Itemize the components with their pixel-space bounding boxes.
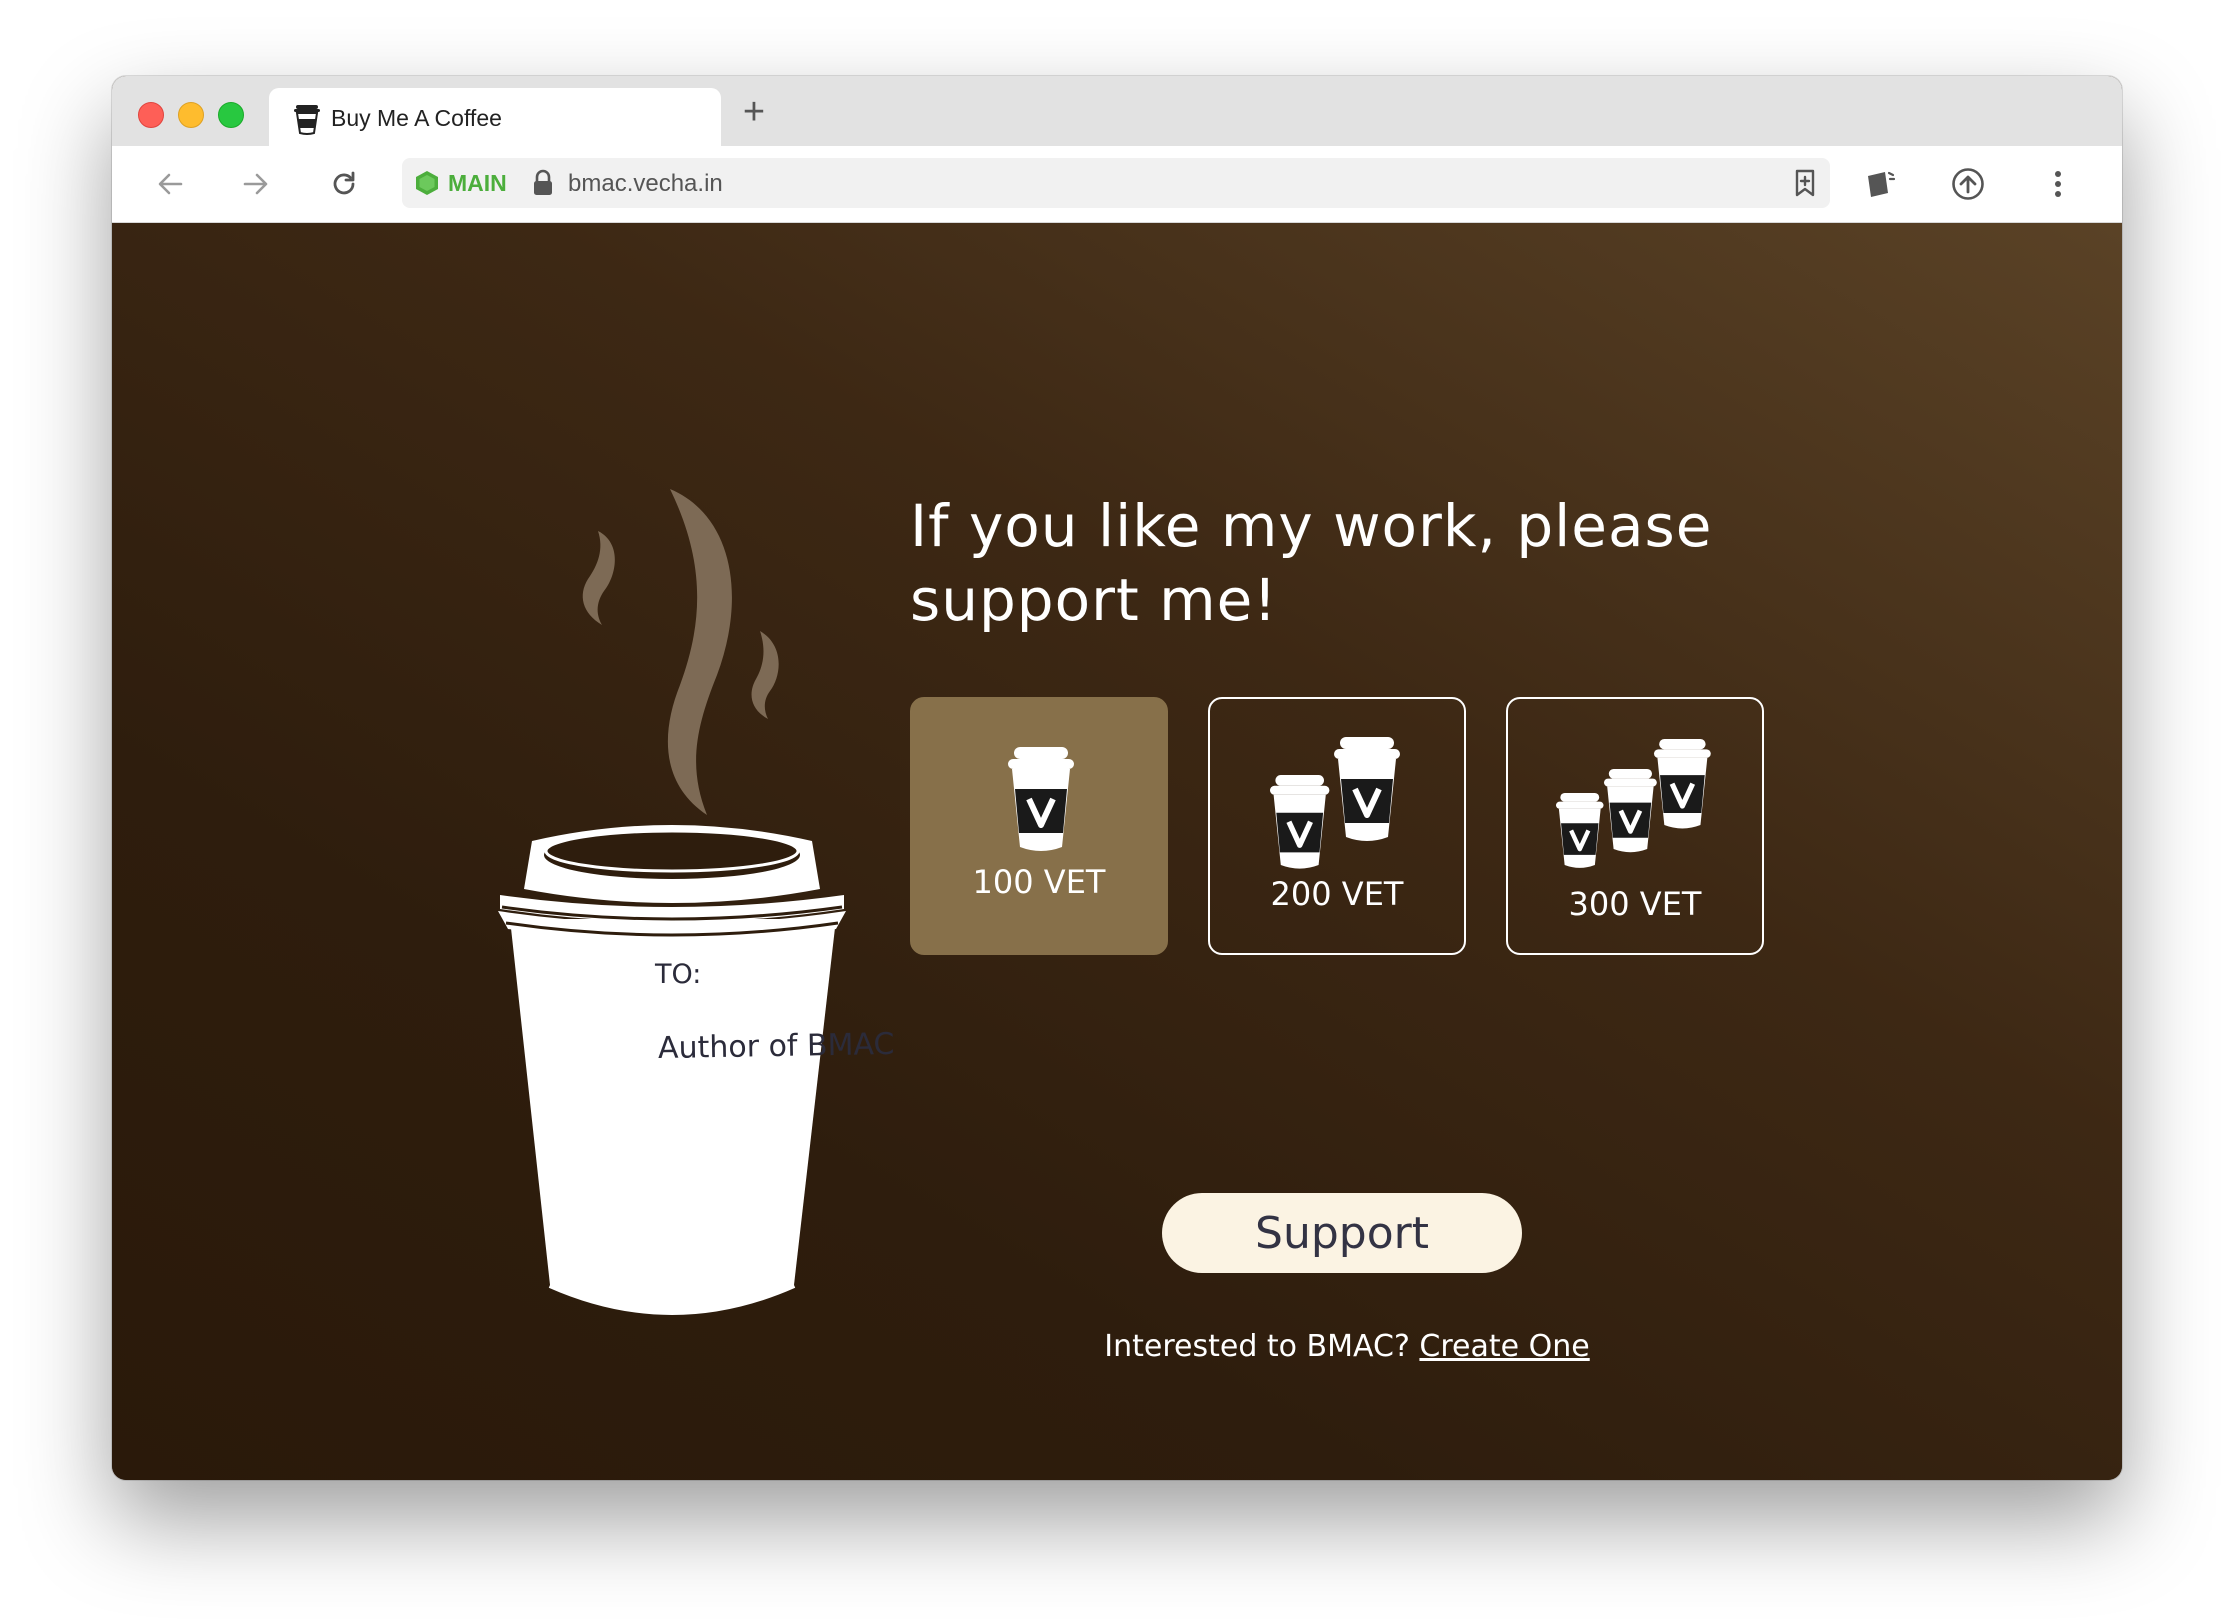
footer-text: Interested to BMAC? xyxy=(1104,1329,1410,1364)
browser-toolbar: MAIN bmac.vecha.in xyxy=(112,146,2122,223)
amount-options: 100 VET 200 VET 300 VET xyxy=(910,697,1770,959)
option-label: 200 VET xyxy=(1270,875,1404,913)
lock-icon xyxy=(534,169,552,195)
reload-button[interactable] xyxy=(322,162,366,206)
option-200-vet[interactable]: 200 VET xyxy=(1208,697,1466,955)
footer-note: Interested to BMAC? Create One xyxy=(1067,1329,1627,1364)
cup-to-label: TO: xyxy=(655,959,702,990)
maximize-window-button[interactable] xyxy=(218,102,244,128)
coffee-cup-icon xyxy=(293,103,321,135)
wallet-extension-button[interactable] xyxy=(1858,162,1902,206)
cup-recipient: Author of BMAC xyxy=(657,1026,895,1067)
close-window-button[interactable] xyxy=(138,102,164,128)
support-button[interactable]: Support xyxy=(1162,1193,1522,1273)
address-bar[interactable]: MAIN bmac.vecha.in xyxy=(402,158,1830,208)
browser-window: Buy Me A Coffee + MAIN bmac.vecha.in TO:… xyxy=(112,76,2122,1480)
bookmark-icon[interactable] xyxy=(1790,168,1820,198)
page-headline: If you like my work, please support me! xyxy=(910,489,1770,637)
forward-button[interactable] xyxy=(234,162,278,206)
upload-extension-button[interactable] xyxy=(1946,162,1990,206)
browser-tab[interactable]: Buy Me A Coffee xyxy=(269,88,721,146)
tab-title: Buy Me A Coffee xyxy=(331,105,502,131)
new-tab-button[interactable]: + xyxy=(732,90,776,134)
back-button[interactable] xyxy=(148,162,192,206)
browser-menu-button[interactable] xyxy=(2036,162,2080,206)
minimize-window-button[interactable] xyxy=(178,102,204,128)
hexagon-icon xyxy=(416,171,438,195)
headline-line-1: If you like my work, please xyxy=(910,492,1713,560)
back-arrow-icon xyxy=(158,173,183,195)
option-300-vet[interactable]: 300 VET xyxy=(1506,697,1764,955)
headline-line-2: support me! xyxy=(910,566,1278,634)
url-text: bmac.vecha.in xyxy=(568,170,723,197)
page-content: TO: Author of BMAC If you like my work, … xyxy=(112,223,2122,1480)
forward-arrow-icon xyxy=(243,173,268,195)
two-cups-icon xyxy=(1270,737,1400,869)
option-label: 100 VET xyxy=(972,863,1106,901)
network-badge: MAIN xyxy=(448,170,507,196)
create-one-link[interactable]: Create One xyxy=(1419,1329,1589,1364)
wallet-icon xyxy=(1868,171,1896,197)
single-cup-icon xyxy=(1008,747,1074,851)
upload-icon xyxy=(1952,168,1984,200)
option-100-vet[interactable]: 100 VET xyxy=(910,697,1168,955)
option-label: 300 VET xyxy=(1568,885,1702,923)
reload-icon xyxy=(333,171,355,195)
menu-dots-icon xyxy=(2055,171,2061,197)
tab-bar: Buy Me A Coffee + xyxy=(112,76,2122,146)
